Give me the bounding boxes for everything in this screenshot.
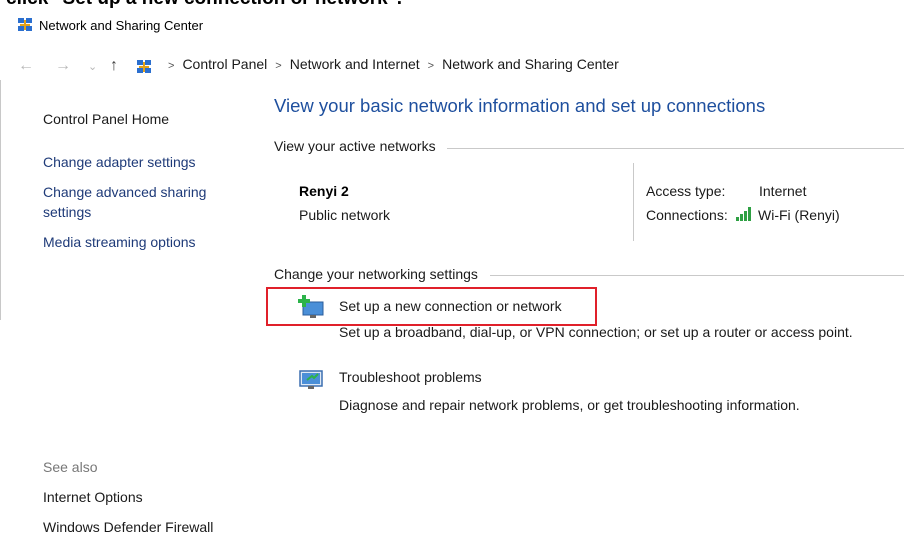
instruction-caption: click "Set up a new connection or networ… [6, 0, 402, 10]
control-panel-icon [136, 59, 152, 78]
sidebar-change-adapter[interactable]: Change adapter settings [43, 152, 196, 172]
network-divider [633, 163, 634, 241]
network-type[interactable]: Public network [299, 207, 390, 223]
section-divider [447, 148, 904, 149]
see-also-label: See also [43, 459, 98, 475]
sidebar-home-link[interactable]: Control Panel Home [43, 109, 169, 129]
active-networks-label: View your active networks [274, 138, 436, 154]
breadcrumb-chevron-icon: > [168, 60, 175, 72]
breadcrumb-item[interactable]: Network and Sharing Center [442, 56, 619, 72]
firewall-link[interactable]: Windows Defender Firewall [43, 517, 213, 537]
change-settings-label: Change your networking settings [274, 266, 478, 282]
window-title-text: Network and Sharing Center [39, 18, 204, 33]
troubleshoot-icon [298, 368, 326, 395]
sidebar-media-streaming[interactable]: Media streaming options [43, 232, 196, 252]
wifi-signal-icon [736, 207, 754, 224]
setup-connection-desc: Set up a broadband, dial-up, or VPN conn… [339, 324, 853, 340]
network-name: Renyi 2 [299, 183, 349, 199]
window-title: Network and Sharing Center [17, 17, 203, 36]
address-bar: ← → ⌄ ↑ > Control Panel > Network and Inter… [0, 54, 904, 80]
sidebar-change-sharing-cont[interactable]: settings [43, 202, 91, 222]
recent-dropdown-icon[interactable]: ⌄ [88, 60, 97, 73]
troubleshoot-link[interactable]: Troubleshoot problems [339, 369, 482, 385]
wifi-connection-link[interactable]: Wi-Fi (Renyi) [758, 207, 840, 223]
section-divider [490, 275, 904, 276]
access-type-value: Internet [759, 183, 807, 199]
window-left-edge [0, 80, 1, 320]
breadcrumb-chevron-icon: > [427, 60, 435, 72]
breadcrumb: > Control Panel > Network and Internet > Netw… [160, 56, 619, 72]
internet-options-link[interactable]: Internet Options [43, 487, 143, 507]
network-center-icon [17, 17, 33, 36]
troubleshoot-desc: Diagnose and repair network problems, or… [339, 397, 800, 413]
access-type-label: Access type: [646, 183, 726, 199]
breadcrumb-item[interactable]: Control Panel [182, 56, 267, 72]
page-title: View your basic network information and … [274, 95, 766, 116]
back-arrow-icon[interactable]: ← [18, 57, 34, 75]
breadcrumb-chevron-icon: > [275, 60, 282, 72]
connections-label: Connections: [646, 207, 728, 223]
highlight-box [266, 287, 597, 326]
breadcrumb-item[interactable]: Network and Internet [290, 56, 420, 72]
up-arrow-icon[interactable]: ↑ [110, 57, 118, 75]
sidebar-change-sharing[interactable]: Change advanced sharing [43, 182, 206, 202]
forward-arrow-icon[interactable]: → [55, 57, 71, 75]
